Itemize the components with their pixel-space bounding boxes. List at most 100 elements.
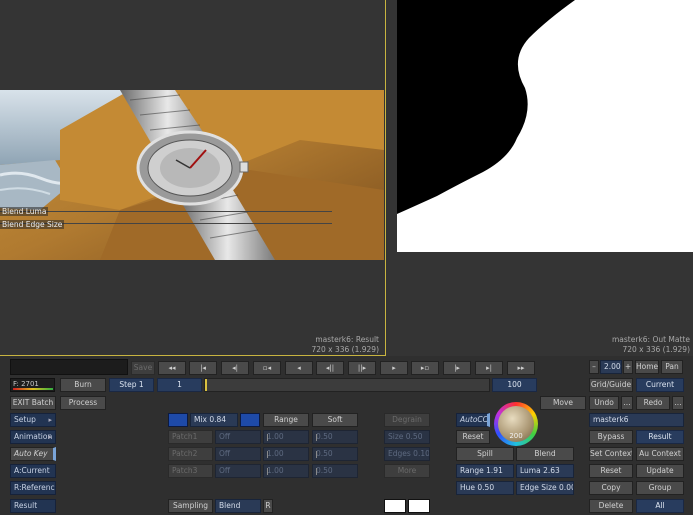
- set-key-button[interactable]: ▫◂: [253, 361, 281, 375]
- next-key-button[interactable]: ▸|: [475, 361, 503, 375]
- undo-button[interactable]: Undo: [589, 396, 619, 410]
- overlay-label-blend-edge-size: Blend Edge Size: [0, 220, 65, 229]
- result-view-button[interactable]: Result: [10, 499, 56, 513]
- timeline-bar[interactable]: [204, 378, 490, 392]
- right-viewer[interactable]: masterk6: Out Matte 720 x 336 (1.929): [387, 0, 693, 356]
- white-swatch-2[interactable]: [408, 499, 430, 513]
- pan-button[interactable]: Pan: [661, 360, 683, 374]
- color-wheel-value: 200: [509, 432, 523, 440]
- end-frame-field[interactable]: 100: [492, 378, 537, 392]
- spill-button[interactable]: Spill: [456, 447, 514, 461]
- next-set-key-button[interactable]: ▸▫: [411, 361, 439, 375]
- overlay-line: [0, 211, 332, 212]
- right-viewer-name: masterk6: Out Matte: [611, 335, 690, 344]
- zoom-field[interactable]: 2.00: [600, 360, 622, 374]
- au-context-button[interactable]: Au Context: [636, 447, 684, 461]
- patch1-value2[interactable]: 0.50: [312, 430, 358, 444]
- node-name-field[interactable]: masterk6: [589, 413, 684, 427]
- patch3-value2-text: 0.50: [316, 466, 333, 475]
- luma-field[interactable]: Luma 2.63: [516, 464, 574, 478]
- delete-button[interactable]: Delete: [589, 499, 633, 513]
- overlay-label-blend-luma: Blend Luma: [0, 207, 49, 216]
- clip-name-field[interactable]: [10, 359, 128, 375]
- grid-guide-button[interactable]: Grid/Guide: [589, 378, 633, 392]
- patch1-value1[interactable]: 1.00: [263, 430, 309, 444]
- timeline-playhead[interactable]: [205, 379, 207, 391]
- degrain-button[interactable]: Degrain: [384, 413, 430, 427]
- a-current-button[interactable]: A:Current: [10, 464, 56, 478]
- range-button[interactable]: Range: [263, 413, 309, 427]
- left-viewer-name: masterk6: Result: [315, 335, 379, 344]
- zoom-plus-button[interactable]: +: [623, 360, 633, 374]
- patch1-mode[interactable]: Off: [215, 430, 261, 444]
- frame-counter: F: 2701: [10, 378, 55, 392]
- redo-list-button[interactable]: ...: [672, 396, 684, 410]
- exit-batch-button[interactable]: EXIT Batch: [10, 396, 56, 410]
- degrain-more-button[interactable]: More: [384, 464, 430, 478]
- step-forward-button[interactable]: |▸: [443, 361, 471, 375]
- patch2-label: Patch2: [168, 447, 213, 461]
- patch1-value1-text: 1.00: [267, 432, 284, 441]
- result-output-button[interactable]: Result: [636, 430, 684, 444]
- edge-size-field[interactable]: Edge Size 0.00: [516, 481, 574, 495]
- watch-on-rock-image: [0, 90, 384, 260]
- patch3-value2[interactable]: 0.50: [312, 464, 358, 478]
- degrain-size-field[interactable]: Size 0.50: [384, 430, 430, 444]
- step-field[interactable]: Step 1: [109, 378, 154, 392]
- prev-key-button[interactable]: |◂: [189, 361, 217, 375]
- soft-button[interactable]: Soft: [312, 413, 358, 427]
- patch3-label: Patch3: [168, 464, 213, 478]
- save-button[interactable]: Save: [131, 361, 155, 375]
- hue-field[interactable]: Hue 0.50: [456, 481, 514, 495]
- process-button[interactable]: Process: [60, 396, 106, 410]
- frame-forward-button[interactable]: ||▸: [348, 361, 376, 375]
- all-button[interactable]: All: [636, 499, 684, 513]
- matte-image: [397, 0, 693, 252]
- sampling-button[interactable]: Sampling: [168, 499, 213, 513]
- zoom-minus-button[interactable]: –: [589, 360, 599, 374]
- redo-button[interactable]: Redo: [636, 396, 670, 410]
- mix-field[interactable]: Mix 0.84: [190, 413, 238, 427]
- update-button[interactable]: Update: [636, 464, 684, 478]
- copy-button[interactable]: Copy: [589, 481, 633, 495]
- r-toggle-button[interactable]: R: [263, 499, 273, 513]
- bypass-button[interactable]: Bypass: [589, 430, 633, 444]
- range-field[interactable]: Range 1.91: [456, 464, 514, 478]
- patch2-value2[interactable]: 0.50: [312, 447, 358, 461]
- frame-back-button[interactable]: ◂||: [316, 361, 344, 375]
- sampling-mode-field[interactable]: Blend: [215, 499, 261, 513]
- r-reference-button[interactable]: R:Reference: [10, 481, 56, 495]
- white-swatch-1[interactable]: [384, 499, 406, 513]
- patch2-mode[interactable]: Off: [215, 447, 261, 461]
- setup-menu[interactable]: Setup: [10, 413, 56, 427]
- patch3-value1[interactable]: 1.00: [263, 464, 309, 478]
- color-swatch-2[interactable]: [240, 413, 260, 427]
- play-button[interactable]: ▸: [380, 361, 408, 375]
- set-context-button[interactable]: Set Context: [589, 447, 633, 461]
- degrain-edges-field[interactable]: Edges 0.10: [384, 447, 430, 461]
- reset-button[interactable]: Reset: [589, 464, 633, 478]
- go-end-button[interactable]: ▸▸: [507, 361, 535, 375]
- key-reset-button[interactable]: Reset: [456, 430, 490, 444]
- step-back-button[interactable]: ◂|: [221, 361, 249, 375]
- play-reverse-button[interactable]: ◂: [285, 361, 313, 375]
- home-button[interactable]: Home: [635, 360, 659, 374]
- burn-button[interactable]: Burn: [60, 378, 106, 392]
- group-button[interactable]: Group: [636, 481, 684, 495]
- patch2-value1[interactable]: 1.00: [263, 447, 309, 461]
- color-swatch-1[interactable]: [168, 413, 188, 427]
- blend-button[interactable]: Blend: [516, 447, 574, 461]
- undo-list-button[interactable]: ...: [621, 396, 633, 410]
- auto-key-toggle[interactable]: Auto Key: [10, 447, 56, 461]
- move-button[interactable]: Move: [540, 396, 586, 410]
- current-frame-field[interactable]: 1: [157, 378, 202, 392]
- autocc-button[interactable]: AutoCC: [456, 413, 490, 427]
- patch3-mode[interactable]: Off: [215, 464, 261, 478]
- result-image: Blend Luma Blend Edge Size: [0, 90, 384, 260]
- patch2-value2-text: 0.50: [316, 449, 333, 458]
- go-start-button[interactable]: ◂◂: [158, 361, 186, 375]
- left-viewer[interactable]: Blend Luma Blend Edge Size masterk6: Res…: [0, 0, 386, 356]
- animation-menu[interactable]: Animation: [10, 430, 56, 444]
- current-button[interactable]: Current: [636, 378, 684, 392]
- color-wheel[interactable]: 200: [494, 402, 538, 446]
